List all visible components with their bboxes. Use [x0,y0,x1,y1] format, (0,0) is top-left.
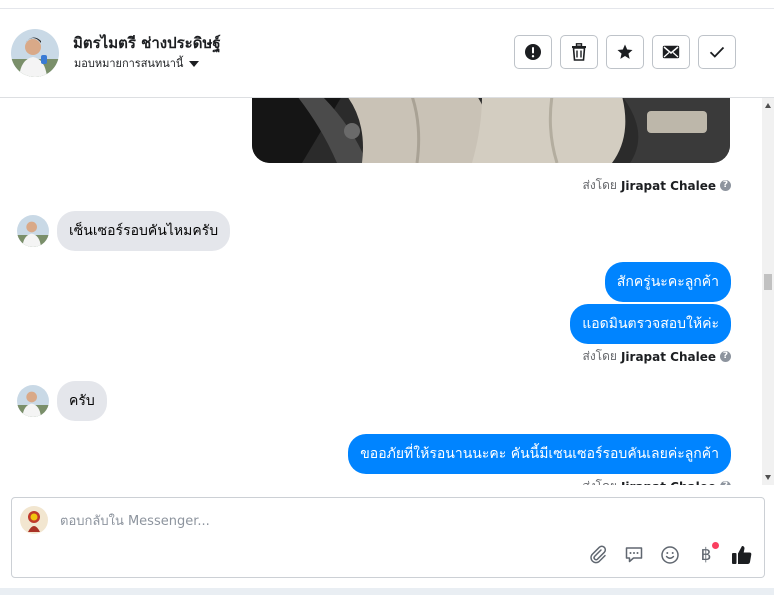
contact-avatar[interactable] [11,29,59,77]
message-list[interactable]: ส่งโดย Jirapat Chalee ? เซ็นเซอร์รอบคันไ… [0,98,762,485]
scroll-up-arrow-icon[interactable] [765,103,771,108]
star-button[interactable] [606,35,644,69]
thumbs-up-icon [732,546,752,564]
report-button[interactable] [514,35,552,69]
sent-by-info: ส่งโดย Jirapat Chalee ? [582,176,731,195]
help-icon[interactable]: ? [720,180,731,191]
emoji-button[interactable] [659,544,681,566]
envelope-icon [662,45,680,59]
conversation-header: มิตรไมตรี ช่างประดิษฐ์ มอบหมายการสนทนานี… [0,9,774,98]
sent-by-agent: Jirapat Chalee [620,178,716,193]
sent-by-info: ส่งโดย Jirapat Chalee ? [582,347,731,366]
paperclip-icon [590,545,607,564]
assign-conversation-dropdown[interactable]: มอบหมายการสนทนานี้ [74,54,200,72]
bottom-strip [0,588,774,595]
assign-label: มอบหมายการสนทนานี้ [74,57,184,70]
exclamation-icon [525,44,541,60]
contact-avatar-small [17,385,49,417]
send-like-button[interactable] [731,544,753,566]
help-icon[interactable]: ? [720,351,731,362]
smiley-icon [661,546,679,564]
scroll-down-arrow-icon[interactable] [765,475,771,480]
payment-button[interactable]: ฿ [695,542,719,566]
contact-name: มิตรไมตรี ช่างประดิษฐ์ [73,34,221,52]
reply-composer: ฿ [11,497,765,578]
header-actions [514,35,736,69]
contact-avatar-small [17,215,49,247]
scrollbar-thumb[interactable] [764,274,772,290]
sent-by-agent: Jirapat Chalee [621,480,716,486]
help-icon[interactable]: ? [720,481,731,485]
attach-button[interactable] [587,544,609,566]
incoming-message-row: ครับ [17,381,107,421]
sent-by-prefix: ส่งโดย [582,178,617,192]
sent-by-prefix: ส่งโดย [582,349,617,363]
outgoing-message-bubble: แอดมินตรวจสอบให้ค่ะ [570,304,731,344]
incoming-message-row: เซ็นเซอร์รอบคันไหมครับ [17,211,231,251]
sent-by-info: ส่งโดย Jirapat Chalee ? [583,477,731,486]
incoming-message-bubble: เซ็นเซอร์รอบคันไหมครับ [57,211,231,251]
saved-replies-button[interactable] [623,544,645,566]
incoming-message-bubble: ครับ [57,381,107,421]
composer-tools: ฿ [587,542,753,566]
mark-done-button[interactable] [698,35,736,69]
sent-by-agent: Jirapat Chalee [620,349,716,364]
notification-dot [712,542,719,549]
reply-input[interactable] [60,512,560,530]
star-icon [617,44,633,59]
message-list-scrollbar[interactable] [762,98,774,485]
outgoing-message-bubble: ขออภัยที่ให้รอนานนะคะ คันนี้มีเซนเซอร์รอ… [348,434,731,474]
checkmark-icon [709,46,725,58]
baht-icon: ฿ [700,545,712,565]
car-interior-photo[interactable] [252,98,730,163]
caret-down-icon [189,61,200,67]
top-border [0,0,774,9]
mark-unread-button[interactable] [652,35,690,69]
trash-icon [572,43,586,61]
outgoing-message-bubble: สักครู่นะคะลูกค้า [604,262,731,302]
sent-by-prefix: ส่งโดย [583,477,617,485]
chat-bubble-icon [625,547,643,563]
page-avatar [20,506,48,534]
delete-button[interactable] [560,35,598,69]
